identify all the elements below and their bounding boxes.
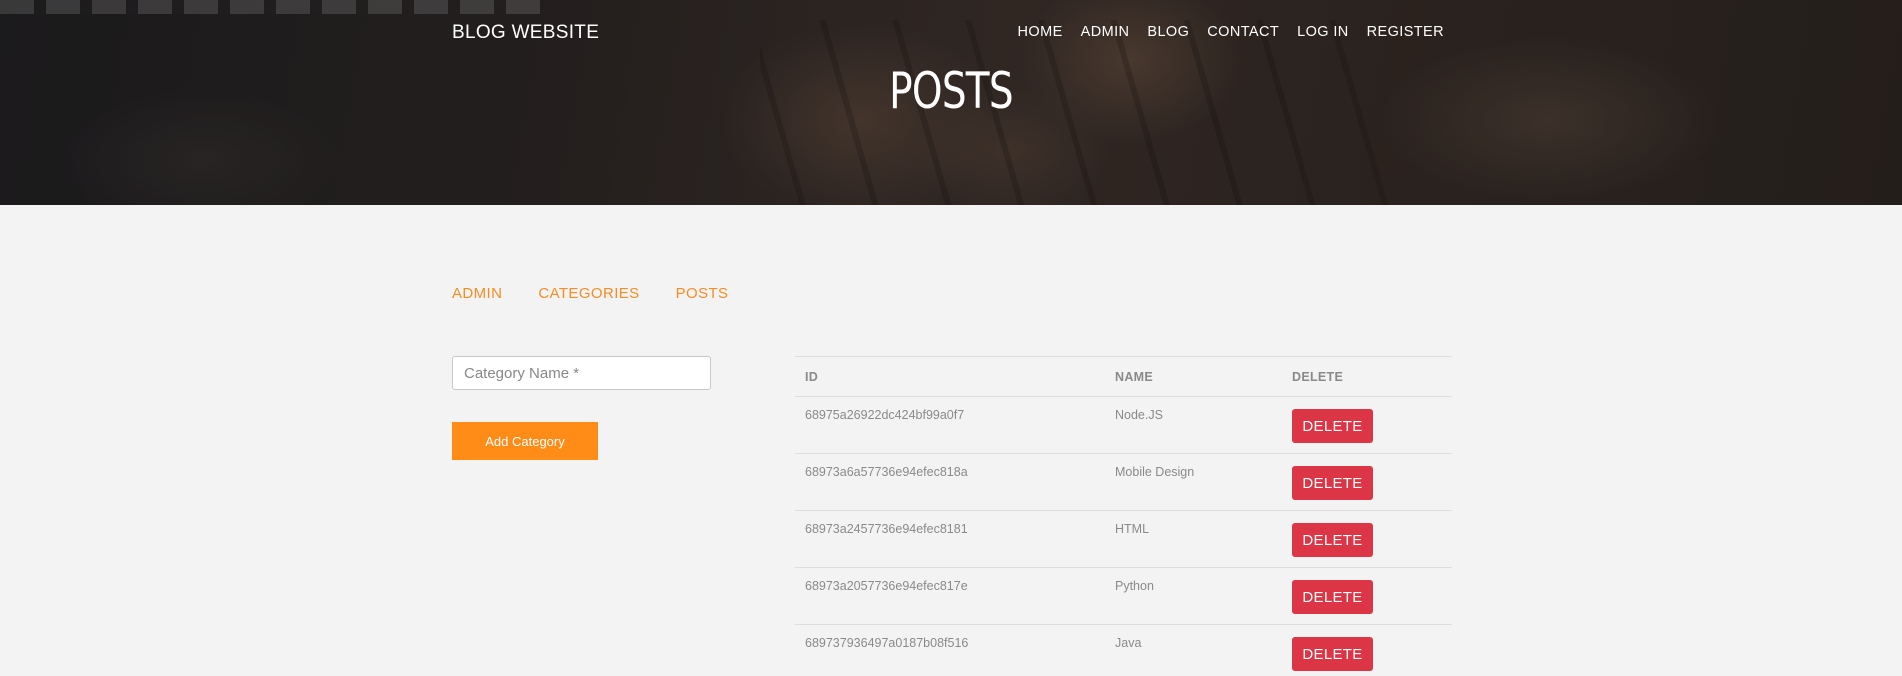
cell-delete: DELETE [1282, 624, 1452, 676]
hero-banner: BLOG WEBSITE HOME ADMIN BLOG CONTACT LOG… [0, 0, 1902, 205]
cell-name: Java [1105, 624, 1282, 676]
nav-admin-link[interactable]: ADMIN [1081, 24, 1130, 40]
nav-contact-link[interactable]: CONTACT [1207, 24, 1279, 40]
subnav-posts-link[interactable]: POSTS [676, 285, 729, 302]
column-header-delete: DELETE [1282, 356, 1452, 397]
cell-name: Mobile Design [1105, 453, 1282, 511]
categories-table: ID NAME DELETE 68975a26922dc424bf99a0f7 … [795, 356, 1452, 676]
nav-blog-link[interactable]: BLOG [1147, 24, 1189, 40]
cell-name: Python [1105, 567, 1282, 625]
delete-button[interactable]: DELETE [1292, 637, 1373, 671]
cell-id: 68973a6a57736e94efec818a [795, 453, 1105, 511]
table-row: 68973a6a57736e94efec818a Mobile Design D… [795, 453, 1452, 511]
nav-login-link[interactable]: LOG IN [1297, 24, 1349, 40]
delete-button[interactable]: DELETE [1292, 466, 1373, 500]
delete-button[interactable]: DELETE [1292, 580, 1373, 614]
cell-name: Node.JS [1105, 396, 1282, 454]
main-nav: HOME ADMIN BLOG CONTACT LOG IN REGISTER [1018, 24, 1444, 40]
delete-button[interactable]: DELETE [1292, 409, 1373, 443]
cell-delete: DELETE [1282, 453, 1452, 511]
category-name-input[interactable] [452, 356, 711, 390]
table-row: 68973a2457736e94efec8181 HTML DELETE [795, 510, 1452, 568]
table-row: 68975a26922dc424bf99a0f7 Node.JS DELETE [795, 396, 1452, 454]
delete-button[interactable]: DELETE [1292, 523, 1373, 557]
table-header-row: ID NAME DELETE [795, 356, 1452, 397]
page-title: POSTS [889, 62, 1013, 120]
column-header-name: NAME [1105, 356, 1282, 397]
subnav-admin-link[interactable]: ADMIN [452, 285, 502, 302]
admin-subnav: ADMIN CATEGORIES POSTS [452, 285, 728, 302]
add-category-button[interactable]: Add Category [452, 422, 598, 460]
subnav-categories-link[interactable]: CATEGORIES [538, 285, 639, 302]
cell-id: 68973a2057736e94efec817e [795, 567, 1105, 625]
cell-delete: DELETE [1282, 396, 1452, 454]
cell-id: 68973a2457736e94efec8181 [795, 510, 1105, 568]
cell-id: 689737936497a0187b08f516 [795, 624, 1105, 676]
nav-home-link[interactable]: HOME [1018, 24, 1063, 40]
table-row: 68973a2057736e94efec817e Python DELETE [795, 567, 1452, 625]
table-row: 689737936497a0187b08f516 Java DELETE [795, 624, 1452, 676]
cell-delete: DELETE [1282, 510, 1452, 568]
brand-logo-link[interactable]: BLOG WEBSITE [452, 22, 599, 44]
cell-name: HTML [1105, 510, 1282, 568]
nav-register-link[interactable]: REGISTER [1367, 24, 1444, 40]
cell-id: 68975a26922dc424bf99a0f7 [795, 396, 1105, 454]
cell-delete: DELETE [1282, 567, 1452, 625]
column-header-id: ID [795, 356, 1105, 397]
